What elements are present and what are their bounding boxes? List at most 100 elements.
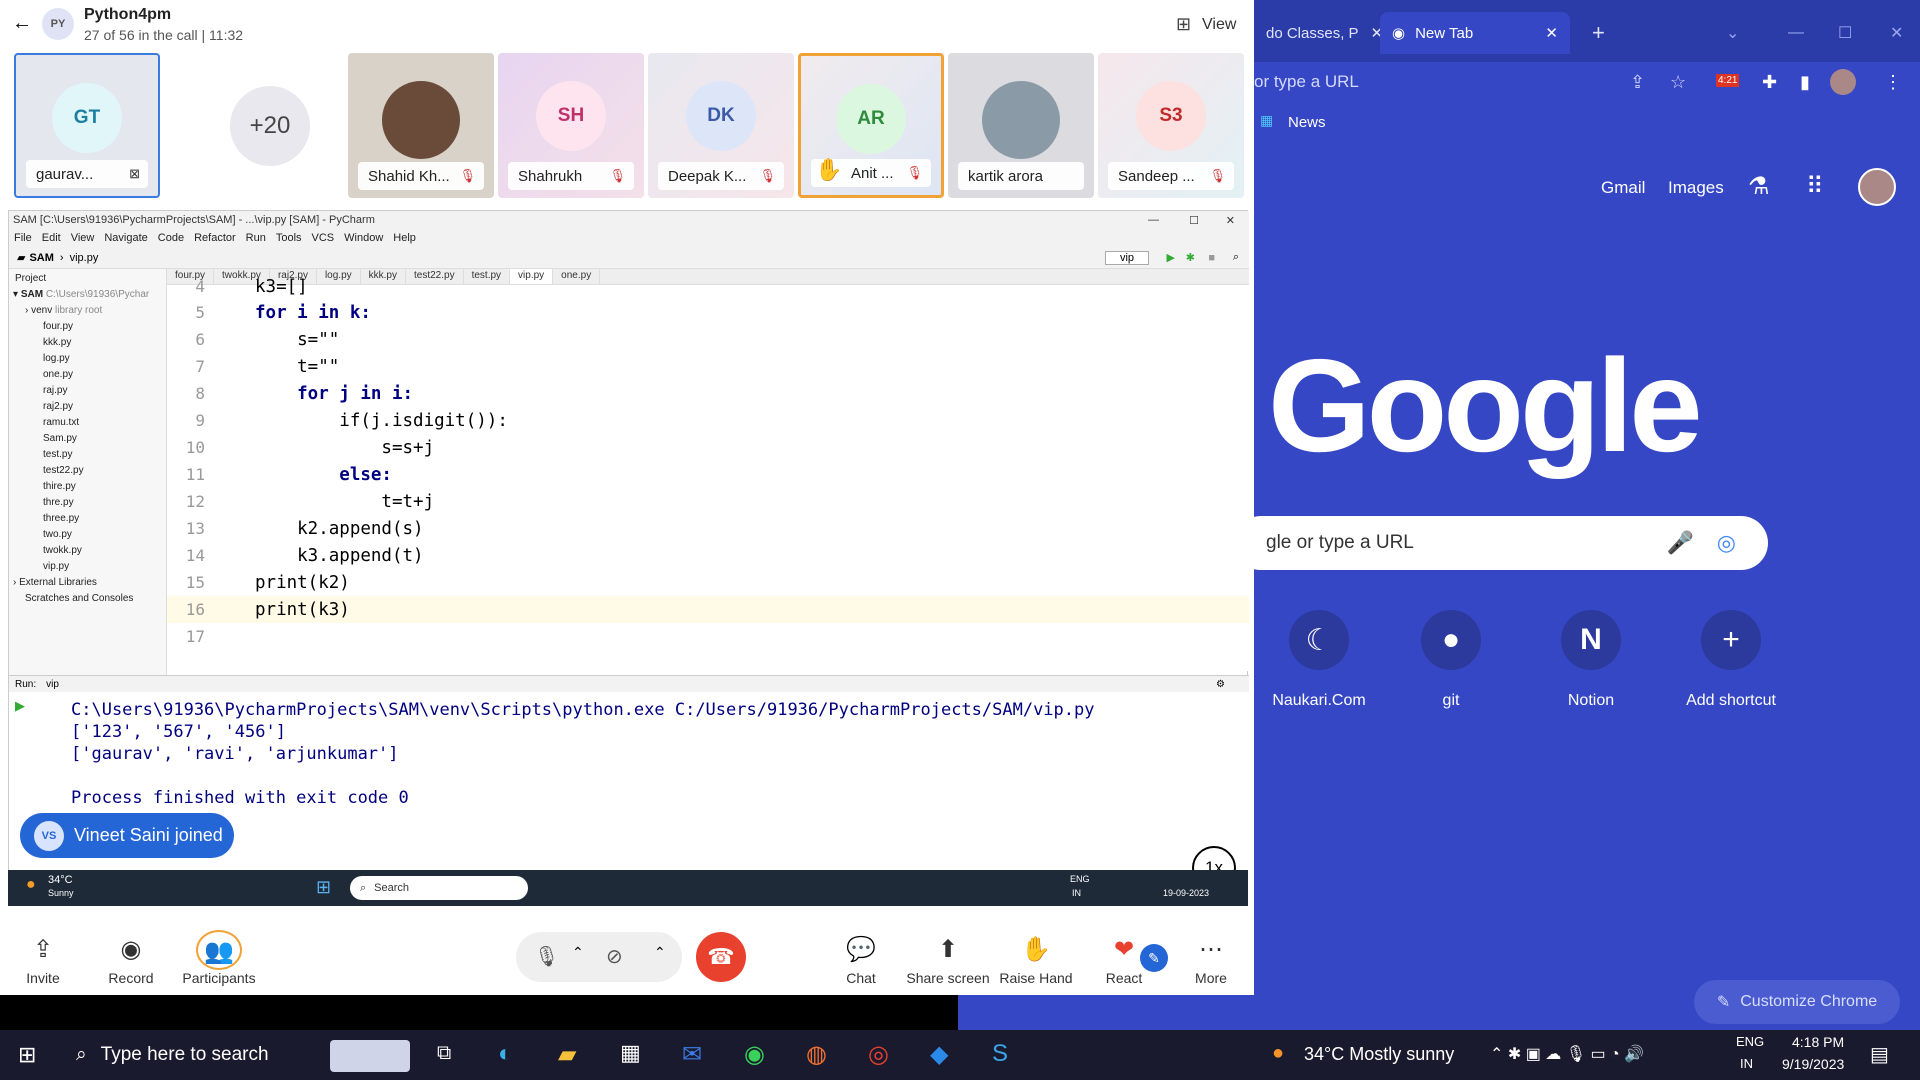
- menu-tools[interactable]: Tools: [276, 232, 302, 244]
- menu-dots-icon[interactable]: ⋮: [1884, 72, 1902, 93]
- code-line[interactable]: s=s+j: [255, 438, 434, 458]
- menu-help[interactable]: Help: [393, 232, 416, 244]
- menu-edit[interactable]: Edit: [42, 232, 61, 244]
- file-item[interactable]: one.py: [43, 369, 73, 380]
- file-item[interactable]: raj.py: [43, 385, 67, 396]
- code-line[interactable]: s="": [255, 330, 339, 350]
- whatsapp-icon[interactable]: ◉: [744, 1040, 765, 1069]
- participant-tile[interactable]: Shahid Kh... 🎙: [348, 53, 494, 198]
- code-line[interactable]: k2.append(s): [255, 519, 423, 539]
- new-tab-plus-icon[interactable]: +: [1580, 12, 1617, 54]
- file-item[interactable]: thre.py: [43, 497, 74, 508]
- view-button[interactable]: View: [1202, 16, 1236, 34]
- gear-icon[interactable]: ⚙: [1216, 679, 1225, 690]
- participant-tile[interactable]: kartik arora: [948, 53, 1094, 198]
- menu-window[interactable]: Window: [344, 232, 383, 244]
- participant-tile[interactable]: DK Deepak K... 🎙: [648, 53, 794, 198]
- mic-off-icon[interactable]: 🎙: [534, 944, 559, 969]
- extension-badge[interactable]: 4:21: [1716, 74, 1740, 87]
- shortcut-notion[interactable]: N Notion: [1526, 610, 1656, 710]
- participant-tile[interactable]: S3 Sandeep ... 🎙: [1098, 53, 1244, 198]
- code-line[interactable]: else:: [255, 465, 392, 485]
- back-arrow-icon[interactable]: ←: [12, 12, 32, 35]
- project-root[interactable]: SAM: [21, 289, 43, 300]
- taskbar-search[interactable]: ⌕ Type here to search: [60, 1036, 310, 1074]
- windows-icon[interactable]: ⊞: [316, 877, 331, 898]
- file-item[interactable]: log.py: [43, 353, 70, 364]
- file-item[interactable]: Sam.py: [43, 433, 77, 444]
- code-line[interactable]: if(j.isdigit()):: [255, 411, 508, 431]
- project-panel-title[interactable]: Project: [15, 273, 46, 284]
- mail-icon[interactable]: ✉: [682, 1040, 702, 1069]
- chat-button[interactable]: 💬 Chat: [816, 930, 906, 986]
- participant-tile[interactable]: GT gaurav... ⊠: [14, 53, 160, 198]
- share-icon[interactable]: ⇪: [1630, 72, 1645, 93]
- run-config-select[interactable]: vip: [1104, 250, 1149, 265]
- chevron-up-icon[interactable]: ⌃: [572, 944, 584, 961]
- file-explorer-icon[interactable]: ▰: [558, 1040, 576, 1069]
- grid-view-icon[interactable]: ⊞: [1176, 14, 1191, 35]
- images-link[interactable]: Images: [1668, 178, 1724, 198]
- windows-start-icon[interactable]: ⊞: [18, 1042, 36, 1068]
- more-button[interactable]: ⋯ More: [1166, 930, 1256, 986]
- customize-chrome-button[interactable]: ✎ Customize Chrome: [1694, 980, 1900, 1024]
- menu-refactor[interactable]: Refactor: [194, 232, 236, 244]
- google-search-box[interactable]: gle or type a URL 🎤 ◎: [1254, 516, 1768, 570]
- search-box[interactable]: ⌕ Search: [350, 876, 528, 900]
- tab-search-chevron-icon[interactable]: ⌄: [1714, 12, 1751, 54]
- maximize-icon[interactable]: ☐: [1189, 214, 1199, 227]
- record-button[interactable]: ◉ Record: [86, 930, 176, 986]
- participant-tile[interactable]: AR Anit ... ✋ 🎙: [798, 53, 944, 198]
- stop-icon[interactable]: ■: [1208, 252, 1215, 264]
- menu-code[interactable]: Code: [158, 232, 184, 244]
- file-item[interactable]: four.py: [43, 321, 73, 332]
- file-item[interactable]: raj2.py: [43, 401, 73, 412]
- close-icon[interactable]: ✕: [1226, 214, 1235, 227]
- address-input[interactable]: or type a URL: [1254, 72, 1359, 92]
- bookmark-news[interactable]: News: [1288, 114, 1326, 131]
- shortcut-git[interactable]: ● git: [1386, 610, 1516, 710]
- code-line[interactable]: k3.append(t): [255, 546, 423, 566]
- overflow-participants[interactable]: +20: [230, 86, 310, 166]
- minimize-icon[interactable]: —: [1148, 214, 1159, 226]
- chrome-tab-inactive[interactable]: do Classes, P ✕: [1254, 12, 1384, 54]
- breadcrumb-project[interactable]: SAM: [29, 252, 53, 264]
- search-icon[interactable]: ⌕: [1233, 251, 1239, 264]
- code-line[interactable]: for i in k:: [255, 303, 371, 323]
- venv-folder[interactable]: venv: [31, 305, 52, 316]
- raise-hand-button[interactable]: ✋ Raise Hand: [991, 930, 1081, 986]
- code-editor[interactable]: 4 k3=[] 5 for i in k: 6 s="" 7 t="" 8 for …: [167, 277, 1249, 671]
- store-icon[interactable]: ▦: [620, 1040, 641, 1066]
- menu-view[interactable]: View: [71, 232, 95, 244]
- scratches-consoles[interactable]: Scratches and Consoles: [25, 593, 133, 604]
- external-libraries[interactable]: External Libraries: [19, 577, 97, 588]
- profile-avatar[interactable]: [1830, 69, 1856, 95]
- share-screen-button[interactable]: ⬆ Share screen: [903, 930, 993, 986]
- taskbar-weather[interactable]: 34°C Mostly sunny: [1304, 1044, 1454, 1065]
- invite-button[interactable]: ⇪ Invite: [0, 930, 88, 986]
- pencil-icon[interactable]: ✎: [1140, 944, 1168, 972]
- sidepanel-icon[interactable]: ▮: [1800, 72, 1810, 93]
- run-icon[interactable]: ▶: [1167, 251, 1175, 264]
- participants-button[interactable]: 👥 Participants: [174, 930, 264, 986]
- debug-icon[interactable]: ✱: [1186, 251, 1195, 264]
- skype-icon[interactable]: S: [992, 1040, 1008, 1068]
- code-line[interactable]: k3=[]: [255, 277, 308, 297]
- file-item[interactable]: kkk.py: [43, 337, 71, 348]
- task-view-icon[interactable]: ⧉: [437, 1042, 451, 1065]
- apps-grid-icon[interactable]: ⠿: [1806, 172, 1824, 201]
- end-call-button[interactable]: ☎: [696, 932, 746, 982]
- vscode-icon[interactable]: ◆: [930, 1040, 948, 1069]
- camera-off-icon[interactable]: ⊘: [606, 944, 623, 969]
- participant-tile[interactable]: SH Shahrukh 🎙: [498, 53, 644, 198]
- menu-vcs[interactable]: VCS: [312, 232, 335, 244]
- mic-icon[interactable]: 🎤: [1667, 530, 1694, 556]
- clock-date[interactable]: 9/19/2023: [1782, 1056, 1844, 1072]
- menu-file[interactable]: File: [14, 232, 32, 244]
- menu-navigate[interactable]: Navigate: [104, 232, 147, 244]
- code-line[interactable]: print(k3): [255, 600, 350, 620]
- chrome-icon[interactable]: ◎: [868, 1040, 889, 1069]
- chrome-tab-active[interactable]: ◉ New Tab ✕: [1380, 12, 1570, 54]
- rerun-icon[interactable]: ▶: [15, 698, 25, 714]
- code-line[interactable]: t="": [255, 357, 339, 377]
